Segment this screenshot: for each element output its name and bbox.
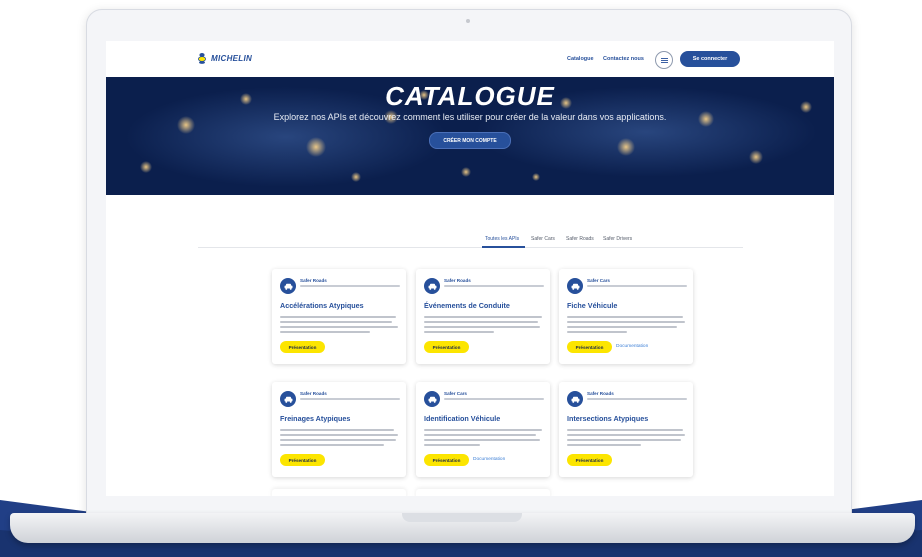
presentation-button[interactable]: Présentation bbox=[567, 341, 612, 353]
card-description bbox=[280, 439, 396, 441]
laptop-camera bbox=[466, 19, 470, 23]
tab-all-apis[interactable]: Toutes les APIs bbox=[485, 236, 519, 242]
menu-icon bbox=[660, 57, 668, 63]
card-title[interactable]: Intersections Atypiques bbox=[567, 414, 648, 423]
hero-subtitle: Explorez nos APIs et découvrez comment l… bbox=[273, 112, 667, 122]
card-category: Safer Roads bbox=[444, 278, 471, 283]
card-description bbox=[567, 316, 683, 318]
car-icon bbox=[567, 391, 583, 407]
car-icon bbox=[280, 391, 296, 407]
laptop-notch bbox=[402, 513, 522, 522]
api-card[interactable] bbox=[416, 489, 550, 496]
laptop-screen: MICHELIN Catalogue Contactez nous Se con… bbox=[106, 41, 834, 496]
create-account-button[interactable]: CRÉER MON COMPTE bbox=[429, 132, 511, 149]
tab-safer-cars[interactable]: Safer Cars bbox=[531, 236, 555, 242]
card-meta bbox=[444, 285, 544, 287]
card-description bbox=[424, 444, 480, 446]
api-card[interactable]: Safer Roads Freinages Atypiques Présenta… bbox=[272, 382, 406, 477]
presentation-button[interactable]: Présentation bbox=[280, 454, 325, 466]
card-meta bbox=[444, 398, 544, 400]
card-category: Safer Cars bbox=[587, 278, 610, 283]
site-header: MICHELIN Catalogue Contactez nous Se con… bbox=[106, 41, 834, 77]
card-description bbox=[280, 326, 398, 328]
card-title[interactable]: Événements de Conduite bbox=[424, 301, 510, 310]
card-title[interactable]: Accélérations Atypiques bbox=[280, 301, 364, 310]
tab-safer-roads[interactable]: Safer Roads bbox=[566, 236, 594, 242]
presentation-button[interactable]: Présentation bbox=[567, 454, 612, 466]
card-description bbox=[280, 444, 384, 446]
car-icon bbox=[280, 278, 296, 294]
card-description bbox=[567, 439, 681, 441]
laptop-base bbox=[10, 513, 915, 543]
car-icon bbox=[424, 278, 440, 294]
card-meta bbox=[300, 398, 400, 400]
documentation-link[interactable]: Documentation bbox=[616, 344, 648, 349]
nav-catalogue[interactable]: Catalogue bbox=[567, 56, 594, 62]
card-category: Safer Cars bbox=[444, 391, 467, 396]
car-icon bbox=[567, 278, 583, 294]
api-card[interactable]: Safer Cars Fiche Véhicule Présentation D… bbox=[559, 269, 693, 364]
presentation-button[interactable]: Présentation bbox=[424, 454, 469, 466]
card-description bbox=[567, 434, 685, 436]
active-tab-indicator bbox=[482, 246, 525, 248]
presentation-button[interactable]: Présentation bbox=[424, 341, 469, 353]
menu-button[interactable] bbox=[655, 51, 673, 69]
card-description bbox=[567, 326, 677, 328]
card-meta bbox=[300, 285, 400, 287]
card-category: Safer Roads bbox=[587, 391, 614, 396]
card-description bbox=[280, 429, 394, 431]
card-title[interactable]: Identification Véhicule bbox=[424, 414, 500, 423]
card-description bbox=[424, 439, 540, 441]
card-description bbox=[280, 434, 398, 436]
card-description bbox=[424, 429, 542, 431]
card-description bbox=[280, 331, 370, 333]
brand-name: MICHELIN bbox=[211, 53, 253, 63]
card-meta bbox=[587, 285, 687, 287]
car-icon bbox=[424, 391, 440, 407]
presentation-button[interactable]: Présentation bbox=[280, 341, 325, 353]
card-description bbox=[424, 326, 540, 328]
api-card[interactable]: Safer Roads Accélérations Atypiques Prés… bbox=[272, 269, 406, 364]
api-card[interactable]: Safer Roads Événements de Conduite Prése… bbox=[416, 269, 550, 364]
card-description bbox=[424, 316, 542, 318]
card-category: Safer Roads bbox=[300, 391, 327, 396]
card-description bbox=[424, 434, 536, 436]
card-meta bbox=[587, 398, 687, 400]
brand-logo[interactable]: MICHELIN bbox=[196, 52, 252, 64]
login-button[interactable]: Se connecter bbox=[680, 51, 740, 67]
card-description bbox=[567, 321, 685, 323]
card-title[interactable]: Fiche Véhicule bbox=[567, 301, 617, 310]
michelin-man-icon bbox=[198, 53, 206, 64]
api-card[interactable]: Safer Cars Identification Véhicule Prése… bbox=[416, 382, 550, 477]
nav-contact[interactable]: Contactez nous bbox=[603, 56, 644, 62]
card-description bbox=[280, 316, 396, 318]
card-description bbox=[424, 321, 538, 323]
card-description bbox=[280, 321, 392, 323]
card-description bbox=[424, 331, 494, 333]
card-category: Safer Roads bbox=[300, 278, 327, 283]
page-title: CATALOGUE bbox=[385, 81, 555, 111]
card-description bbox=[567, 429, 683, 431]
tab-safer-drivers[interactable]: Safer Drivers bbox=[603, 236, 632, 242]
api-card[interactable] bbox=[272, 489, 406, 496]
documentation-link[interactable]: Documentation bbox=[473, 457, 505, 462]
card-description bbox=[567, 444, 641, 446]
api-card[interactable]: Safer Roads Intersections Atypiques Prés… bbox=[559, 382, 693, 477]
category-tabs: Toutes les APIs Safer Cars Safer Roads S… bbox=[198, 235, 743, 248]
hero-banner: CATALOGUE Explorez nos APIs et découvrez… bbox=[106, 77, 834, 195]
card-description bbox=[567, 331, 627, 333]
card-title[interactable]: Freinages Atypiques bbox=[280, 414, 350, 423]
